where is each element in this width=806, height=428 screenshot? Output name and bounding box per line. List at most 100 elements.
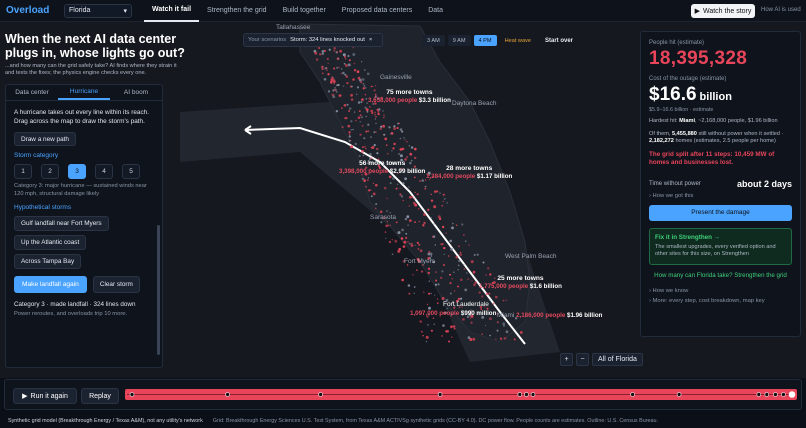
nav-strengthen[interactable]: Strengthen the grid [199, 0, 275, 22]
storm-gulf-fort-myers[interactable]: Gulf landfall near Fort Myers [14, 216, 109, 231]
cluster-orlando[interactable]: 28 more towns 1,384,000 people $1.17 bil… [426, 165, 512, 181]
outage-dot [327, 62, 329, 65]
category-1-button[interactable]: 1 [14, 164, 32, 179]
outage-dot [358, 154, 361, 158]
timeline-step [781, 392, 786, 397]
nav-watch-it-fail[interactable]: Watch it fail [144, 0, 200, 22]
outage-dot [449, 282, 452, 285]
outage-dot [393, 127, 396, 130]
outage-dot [457, 297, 461, 301]
outage-dot [333, 47, 337, 50]
storm-summary: Category 3 · made landfall · 324 lines d… [14, 301, 136, 308]
timeline-track[interactable] [125, 389, 797, 400]
present-damage-button[interactable]: Present the damage [649, 204, 792, 221]
outage-dot [461, 223, 464, 226]
state-select[interactable]: Florida ▾ [64, 3, 132, 18]
hypothetical-storms-title: Hypothetical storms [14, 204, 72, 211]
outage-dot [473, 254, 476, 256]
outage-dot [379, 127, 382, 130]
tab-ai-boom[interactable]: AI boom [110, 85, 162, 100]
brand-logo[interactable]: Overload [6, 5, 58, 16]
outage-dot [438, 217, 442, 221]
outage-dot [364, 93, 367, 96]
outage-dot [502, 299, 505, 302]
outage-dot [365, 87, 367, 89]
outage-dot [353, 69, 357, 72]
category-2-button[interactable]: 2 [41, 164, 59, 179]
outage-dot [503, 336, 507, 340]
fix-it-card[interactable]: Fix it in Strengthen → The smallest upgr… [649, 227, 792, 265]
cluster-north[interactable]: 75 more towns 3,658,000 people $3.3 bill… [368, 89, 451, 105]
outage-dot [357, 76, 361, 80]
cluster-cost: $1.17 billion [476, 173, 513, 180]
outage-dot [348, 139, 351, 142]
outage-dot [434, 190, 437, 193]
outage-dot [443, 193, 445, 196]
outage-dot [380, 221, 383, 224]
all-of-florida-button[interactable]: All of Florida [592, 353, 643, 366]
tab-hurricane[interactable]: Hurricane [58, 85, 110, 100]
category-5-button[interactable]: 5 [122, 164, 140, 179]
outage-dot [466, 272, 468, 274]
close-icon[interactable]: × [369, 37, 372, 43]
cluster-tampa[interactable]: 56 more towns 3,398,000 people $2.99 bil… [339, 160, 425, 176]
outage-dot [489, 299, 491, 301]
how-many-link[interactable]: How many can Florida take? Strengthen th… [649, 272, 792, 279]
time-4pm[interactable]: 4 PM [473, 35, 497, 46]
start-over-button[interactable]: Start over [545, 38, 573, 44]
outage-dot [338, 66, 340, 68]
outage-dot [468, 244, 470, 246]
cluster-people: 1,775,000 people [479, 283, 529, 290]
storm-tampa-bay[interactable]: Across Tampa Bay [14, 254, 82, 269]
cluster-fort-lauderdale[interactable]: 1,097,000 people $990 million [410, 310, 496, 318]
outage-dot [419, 320, 423, 323]
watch-story-button[interactable]: ▶ Watch the story [691, 4, 755, 18]
outage-dot [348, 131, 351, 134]
time-without-power: Time without power about 2 days [649, 179, 792, 189]
outage-dot [397, 231, 401, 235]
replay-button[interactable]: Replay [81, 388, 119, 404]
outage-dot [352, 53, 356, 56]
how-we-know-link[interactable]: › How we know [649, 288, 792, 294]
nav-data[interactable]: Data [420, 0, 451, 22]
time-heat-wave[interactable]: Heat wave [500, 35, 536, 46]
outage-dot [374, 111, 376, 114]
cluster-palm-beach[interactable]: 25 more towns 1,775,000 people $1.6 bill… [479, 275, 562, 291]
outage-dot [346, 103, 349, 106]
storm-atlantic-coast[interactable]: Up the Atlantic coast [14, 235, 87, 250]
zoom-out-button[interactable]: − [576, 353, 589, 366]
fix-it-heading: Fix it in Strengthen → [655, 233, 721, 241]
make-landfall-button[interactable]: Make landfall again [14, 276, 87, 293]
outage-dot [314, 51, 318, 55]
outage-dot [422, 224, 425, 227]
draw-path-button[interactable]: Draw a new path [14, 132, 76, 146]
outage-dot [347, 124, 351, 128]
cluster-miami[interactable]: Miami 2,186,000 people $1.96 billion [497, 312, 602, 320]
panel-scrollbar[interactable] [157, 225, 160, 355]
outage-dot [408, 196, 412, 199]
outage-dot [373, 144, 376, 147]
time-3am[interactable]: 3 AM [422, 35, 445, 46]
nav-build-together[interactable]: Build together [275, 0, 334, 22]
outage-dot [473, 283, 476, 287]
more-details-link[interactable]: › More: every step, cost breakdown, map … [649, 298, 792, 304]
clear-storm-button[interactable]: Clear storm [92, 276, 140, 293]
outage-dot [423, 213, 426, 216]
outage-dot [356, 70, 360, 74]
outage-dot [350, 98, 354, 101]
outage-dot [402, 199, 404, 202]
time-9am[interactable]: 9 AM [447, 35, 471, 46]
outage-dot [361, 124, 364, 127]
zoom-in-button[interactable]: + [560, 353, 573, 366]
category-3-button[interactable]: 3 [68, 164, 86, 179]
tab-data-center[interactable]: Data center [6, 85, 58, 100]
outage-dot [337, 57, 340, 60]
how-we-got-this-link[interactable]: › How we got this [649, 193, 792, 199]
outage-dot [322, 72, 324, 75]
nav-proposed-data-centers[interactable]: Proposed data centers [334, 0, 420, 22]
run-again-button[interactable]: ▶ Run it again [13, 388, 77, 404]
nav-links: Watch it fail Strengthen the grid Build … [144, 0, 451, 22]
category-4-button[interactable]: 4 [95, 164, 113, 179]
ai-used-link[interactable]: How AI is used [761, 7, 801, 13]
city-sarasota: Sarasota [370, 214, 397, 221]
